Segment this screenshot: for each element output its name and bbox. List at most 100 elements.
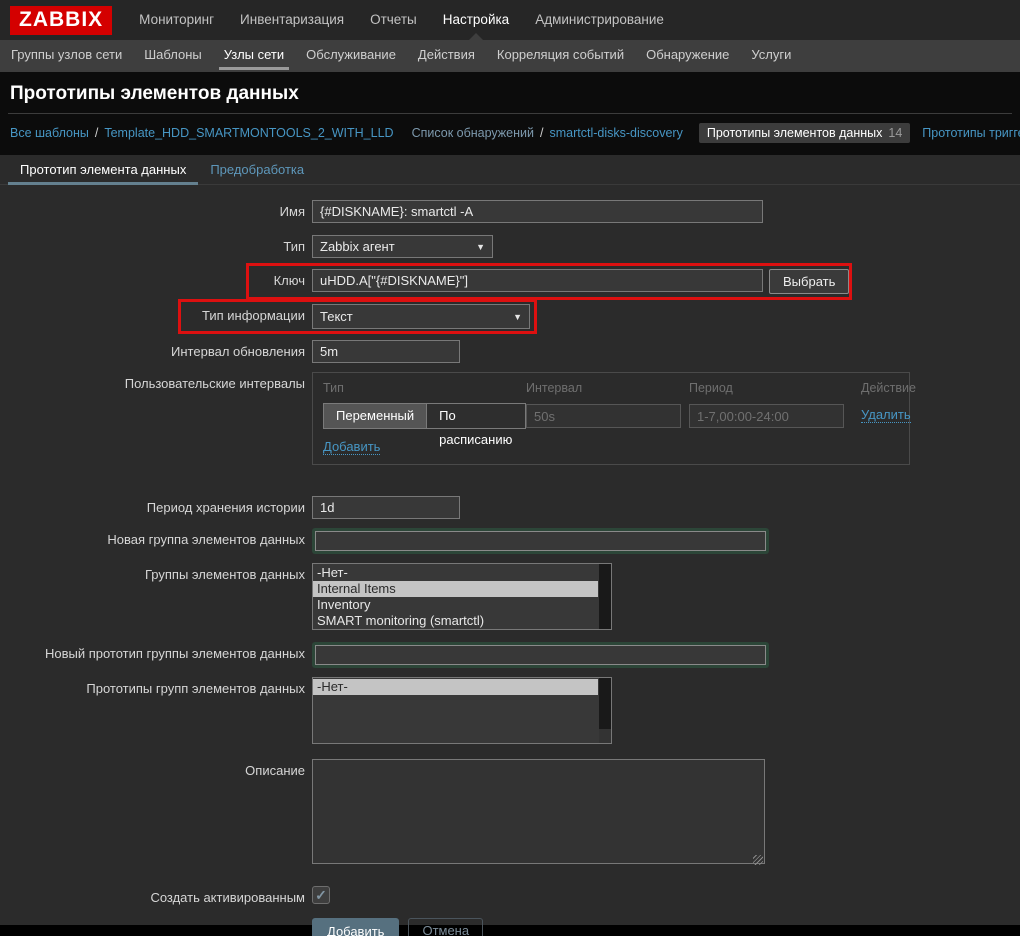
row-applications: Группы элементов данных -Нет- Internal I… (0, 563, 1020, 630)
breadcrumb-separator: / (540, 126, 544, 140)
subnav-host-groups[interactable]: Группы узлов сети (0, 40, 133, 72)
key-input[interactable] (312, 269, 763, 292)
tab-item-prototype[interactable]: Прототип элемента данных (8, 155, 199, 185)
subnav-maintenance[interactable]: Обслуживание (295, 40, 407, 72)
row-new-application: Новая группа элементов данных (0, 528, 1020, 554)
update-interval-input[interactable] (312, 340, 460, 363)
add-button[interactable]: Добавить (312, 918, 400, 936)
listbox-scrollbar[interactable] (599, 564, 611, 629)
nav-configuration[interactable]: Настройка (430, 0, 522, 40)
description-textarea[interactable] (312, 759, 765, 864)
type-label: Тип (283, 239, 305, 254)
tab-preprocessing[interactable]: Предобработка (198, 155, 316, 184)
nav-administration[interactable]: Администрирование (522, 0, 677, 40)
scrollbar-thumb[interactable] (599, 564, 611, 629)
check-icon: ✓ (315, 887, 327, 903)
page-title: Прототипы элементов данных (10, 83, 299, 104)
history-input[interactable] (312, 496, 460, 519)
listbox-option[interactable]: SMART monitoring (smartctl) (313, 613, 598, 629)
nav-inventory[interactable]: Инвентаризация (227, 0, 357, 40)
type-select-value: Zabbix агент (320, 239, 395, 254)
interval-type-toggle: Переменный По расписанию (323, 403, 526, 447)
chevron-down-icon: ▼ (513, 311, 522, 322)
item-prototype-form: Имя Тип Zabbix агент ▼ Ключ Выбрать (0, 185, 1020, 936)
interval-value-input[interactable] (526, 404, 681, 428)
resize-handle-icon[interactable] (753, 855, 763, 865)
row-enabled: Создать активированным ✓ (0, 886, 1020, 905)
key-label: Ключ (273, 273, 305, 288)
row-description: Описание (0, 759, 1020, 867)
new-application-highlight (312, 528, 769, 554)
tab-bar: Прототип элемента данных Предобработка (0, 155, 1020, 185)
nav-monitoring[interactable]: Мониторинг (126, 0, 227, 40)
application-prototypes-label: Прототипы групп элементов данных (86, 681, 305, 696)
item-prototype-count: 14 (888, 126, 903, 140)
update-interval-label: Интервал обновления (171, 344, 305, 359)
row-info-type: Тип информации Текст ▼ (0, 299, 1020, 334)
breadcrumb-separator: / (94, 126, 99, 140)
chevron-down-icon: ▼ (476, 241, 485, 252)
info-type-select[interactable]: Текст ▼ (312, 304, 530, 329)
breadcrumb-discovery-list[interactable]: Список обнаружений (412, 126, 534, 140)
toggle-scheduling[interactable]: По расписанию (426, 404, 525, 447)
applications-listbox[interactable]: -Нет- Internal Items Inventory SMART mon… (312, 563, 612, 630)
custom-intervals-label: Пользовательские интервалы (124, 376, 305, 391)
row-new-application-prototype: Новый прототип группы элементов данных (0, 642, 1020, 668)
custom-intervals-panel: Тип Интервал Период Действие Переменный … (312, 372, 916, 465)
info-type-select-value: Текст (320, 309, 353, 324)
select-key-button[interactable]: Выбрать (769, 269, 850, 294)
breadcrumb-discovery-rule[interactable]: smartctl-disks-discovery (549, 126, 682, 140)
row-custom-intervals: Пользовательские интервалы Тип Интервал … (0, 372, 1020, 465)
toggle-flexible[interactable]: Переменный (324, 404, 427, 428)
breadcrumb: Все шаблоны / Template_HDD_SMARTMONTOOLS… (0, 114, 1020, 143)
nav-reports[interactable]: Отчеты (357, 0, 430, 40)
name-input[interactable] (312, 200, 763, 223)
enabled-checkbox[interactable]: ✓ (312, 886, 330, 904)
new-application-label: Новая группа элементов данных (107, 532, 305, 547)
header-action: Действие (861, 381, 916, 395)
application-prototypes-listbox[interactable]: -Нет- (312, 677, 612, 744)
footer-spacer (0, 918, 312, 922)
subnav-actions[interactable]: Действия (407, 40, 486, 72)
custom-intervals-headers: Тип Интервал Период Действие (323, 381, 916, 395)
row-key: Ключ Выбрать (0, 263, 1020, 300)
delete-interval-link[interactable]: Удалить (861, 407, 911, 423)
new-application-prototype-label: Новый прототип группы элементов данных (44, 646, 305, 661)
row-type: Тип Zabbix агент ▼ (0, 235, 1020, 258)
listbox-scrollbar[interactable] (599, 678, 611, 743)
description-label: Описание (245, 763, 305, 778)
new-application-input[interactable] (315, 531, 766, 551)
subnav-event-correlation[interactable]: Корреляция событий (486, 40, 635, 72)
row-application-prototypes: Прототипы групп элементов данных -Нет- (0, 677, 1020, 744)
zabbix-logo[interactable]: ZABBIX (10, 5, 113, 35)
new-application-prototype-highlight (312, 642, 769, 668)
top-navigation: ZABBIX Мониторинг Инвентаризация Отчеты … (0, 0, 1020, 40)
info-type-label: Тип информации (201, 308, 305, 323)
row-update-interval: Интервал обновления (0, 340, 1020, 363)
history-label: Период хранения истории (146, 500, 305, 515)
interval-period-input[interactable] (689, 404, 844, 428)
enabled-label: Создать активированным (150, 890, 305, 905)
listbox-option-selected[interactable]: -Нет- (313, 679, 598, 695)
listbox-option[interactable]: Inventory (313, 597, 598, 613)
breadcrumb-all-templates[interactable]: Все шаблоны (10, 126, 89, 140)
cancel-button[interactable]: Отмена (408, 918, 484, 936)
header-type: Тип (323, 381, 344, 395)
type-select[interactable]: Zabbix агент ▼ (312, 235, 493, 258)
subnav-hosts[interactable]: Узлы сети (213, 40, 295, 72)
listbox-option-selected[interactable]: Internal Items (313, 581, 598, 597)
add-interval-link[interactable]: Добавить (323, 439, 381, 455)
breadcrumb-current-page: Прототипы элементов данных 14 (698, 123, 911, 143)
subnav-templates[interactable]: Шаблоны (133, 40, 213, 72)
page-header: Прототипы элементов данных Все шаблоны /… (0, 72, 1020, 155)
header-interval: Интервал (526, 381, 583, 395)
breadcrumb-template[interactable]: Template_HDD_SMARTMONTOOLS_2_WITH_LLD (104, 126, 393, 140)
breadcrumb-trigger-prototypes[interactable]: Прототипы триггеров 13 (922, 126, 1020, 140)
form-panel: Прототип элемента данных Предобработка И… (0, 155, 1020, 936)
applications-label: Группы элементов данных (144, 567, 305, 582)
subnav-discovery[interactable]: Обнаружение (635, 40, 740, 72)
new-application-prototype-input[interactable] (315, 645, 766, 665)
subnav-services[interactable]: Услуги (740, 40, 802, 72)
listbox-option[interactable]: -Нет- (313, 565, 598, 581)
scrollbar-thumb[interactable] (599, 678, 611, 729)
